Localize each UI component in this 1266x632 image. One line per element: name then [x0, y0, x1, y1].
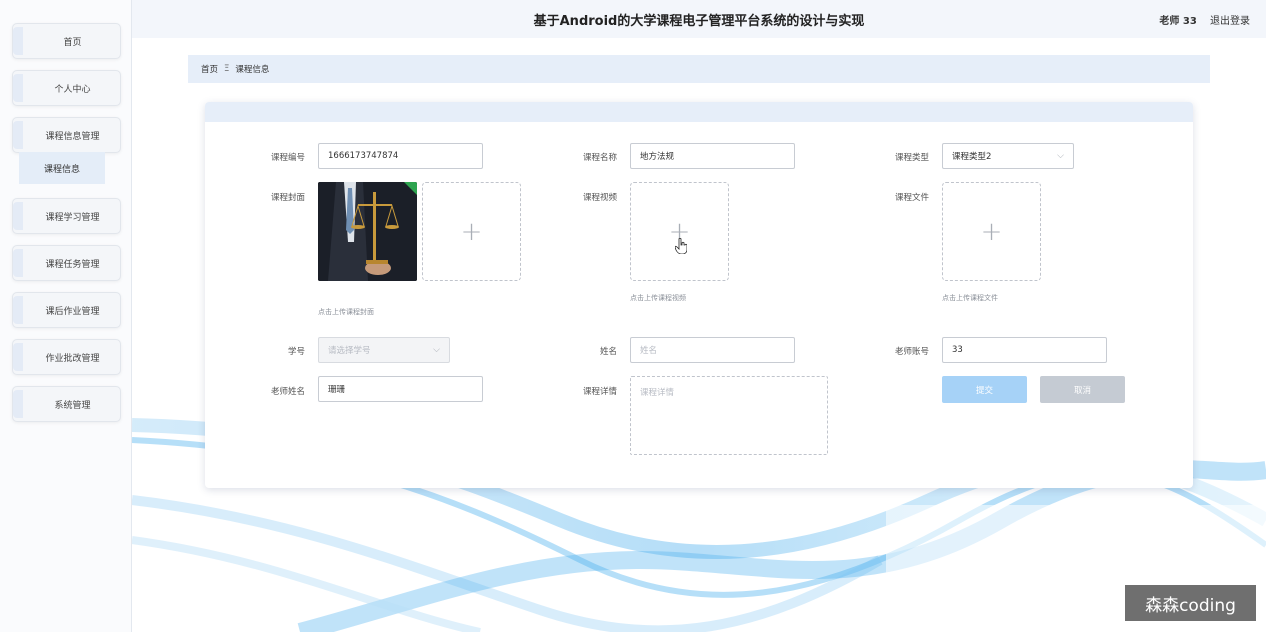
sidebar-item-homework-management[interactable]: 课后作业管理 — [12, 292, 121, 328]
chevron-down-icon: ⌵ — [1057, 151, 1064, 161]
hand-cursor-icon — [675, 238, 687, 254]
top-header: 基于Android的大学课程电子管理平台系统的设计与实现 老师 33 退出登录 — [132, 0, 1266, 38]
sidebar: 首页 个人中心 课程信息管理 课程信息 课程学习管理 课程任务管理 课后作业管理… — [0, 0, 132, 632]
chevron-down-icon: ⌵ — [433, 345, 440, 355]
course-video-upload[interactable]: + — [630, 182, 729, 281]
course-detail-label: 课程详情 — [582, 387, 617, 397]
course-file-upload[interactable]: + — [942, 182, 1041, 281]
course-type-select[interactable]: 课程类型2 ⌵ — [942, 143, 1074, 169]
student-no-select[interactable]: 请选择学号 ⌵ — [318, 337, 450, 363]
teacher-account-input[interactable]: 33 — [942, 337, 1107, 363]
sidebar-item-label: 个人中心 — [54, 84, 91, 95]
breadcrumb-separator: Ξ — [224, 64, 230, 74]
teacher-name-input[interactable]: 珊珊 — [318, 376, 483, 402]
sidebar-item-label: 课程任务管理 — [45, 259, 100, 270]
sidebar-item-label: 作业批改管理 — [45, 353, 100, 364]
user-area: 老师 33 退出登录 — [1159, 12, 1250, 27]
submit-button[interactable]: 提交 — [942, 376, 1027, 403]
plus-icon: + — [980, 216, 1003, 247]
breadcrumb-current: 课程信息 — [235, 65, 270, 75]
course-cover-hint: 点击上传课程封面 — [318, 308, 374, 316]
sidebar-item-home[interactable]: 首页 — [12, 23, 121, 59]
course-name-input[interactable]: 地方法规 — [630, 143, 795, 169]
sidebar-item-course-study-management[interactable]: 课程学习管理 — [12, 198, 121, 234]
course-cover-upload[interactable]: + — [422, 182, 521, 281]
sidebar-item-system-management[interactable]: 系统管理 — [12, 386, 121, 422]
plus-icon: + — [460, 216, 483, 247]
course-name-label: 课程名称 — [582, 153, 617, 163]
user-label: 老师 33 — [1159, 16, 1197, 27]
course-cover-label: 课程封面 — [270, 193, 305, 203]
student-no-placeholder: 请选择学号 — [328, 346, 371, 356]
sidebar-item-label: 首页 — [63, 37, 82, 48]
course-no-label: 课程编号 — [270, 153, 305, 163]
student-name-label: 姓名 — [599, 347, 617, 357]
teacher-account-label: 老师账号 — [894, 347, 929, 357]
course-detail-textarea[interactable]: 课程详情 — [630, 376, 828, 455]
course-no-input[interactable]: 1666173747874 — [318, 143, 483, 169]
card-header — [205, 102, 1193, 122]
sidebar-item-label: 系统管理 — [54, 400, 91, 411]
app-title: 基于Android的大学课程电子管理平台系统的设计与实现 — [533, 14, 865, 29]
sidebar-subitem-course-info[interactable]: 课程信息 — [19, 152, 105, 184]
course-type-value: 课程类型2 — [952, 152, 992, 162]
course-video-label: 课程视频 — [582, 193, 617, 203]
sidebar-item-label: 课后作业管理 — [45, 306, 100, 317]
sidebar-item-course-info-management[interactable]: 课程信息管理 — [12, 117, 121, 153]
course-file-hint: 点击上传课程文件 — [942, 294, 998, 302]
scales-of-justice-icon — [318, 182, 417, 281]
cancel-button[interactable]: 取消 — [1040, 376, 1125, 403]
sidebar-item-label: 课程学习管理 — [45, 212, 100, 223]
teacher-name-label: 老师姓名 — [270, 387, 305, 397]
student-name-input[interactable]: 姓名 — [630, 337, 795, 363]
watermark: 森森coding — [1125, 585, 1256, 621]
course-form-card: 课程编号 1666173747874 课程名称 地方法规 课程类型 课程类型2 … — [205, 102, 1193, 488]
breadcrumb: 首页 Ξ 课程信息 — [188, 55, 1210, 83]
course-cover-image[interactable] — [318, 182, 417, 281]
sidebar-item-course-task-management[interactable]: 课程任务管理 — [12, 245, 121, 281]
sidebar-item-label: 课程信息管理 — [45, 131, 100, 142]
student-no-label: 学号 — [287, 347, 305, 357]
sidebar-item-personal-center[interactable]: 个人中心 — [12, 70, 121, 106]
course-file-label: 课程文件 — [894, 193, 929, 203]
course-video-hint: 点击上传课程视频 — [630, 294, 686, 302]
breadcrumb-home[interactable]: 首页 — [201, 63, 218, 75]
logout-link[interactable]: 退出登录 — [1210, 16, 1250, 27]
sidebar-item-grading-management[interactable]: 作业批改管理 — [12, 339, 121, 375]
course-type-label: 课程类型 — [894, 153, 929, 163]
